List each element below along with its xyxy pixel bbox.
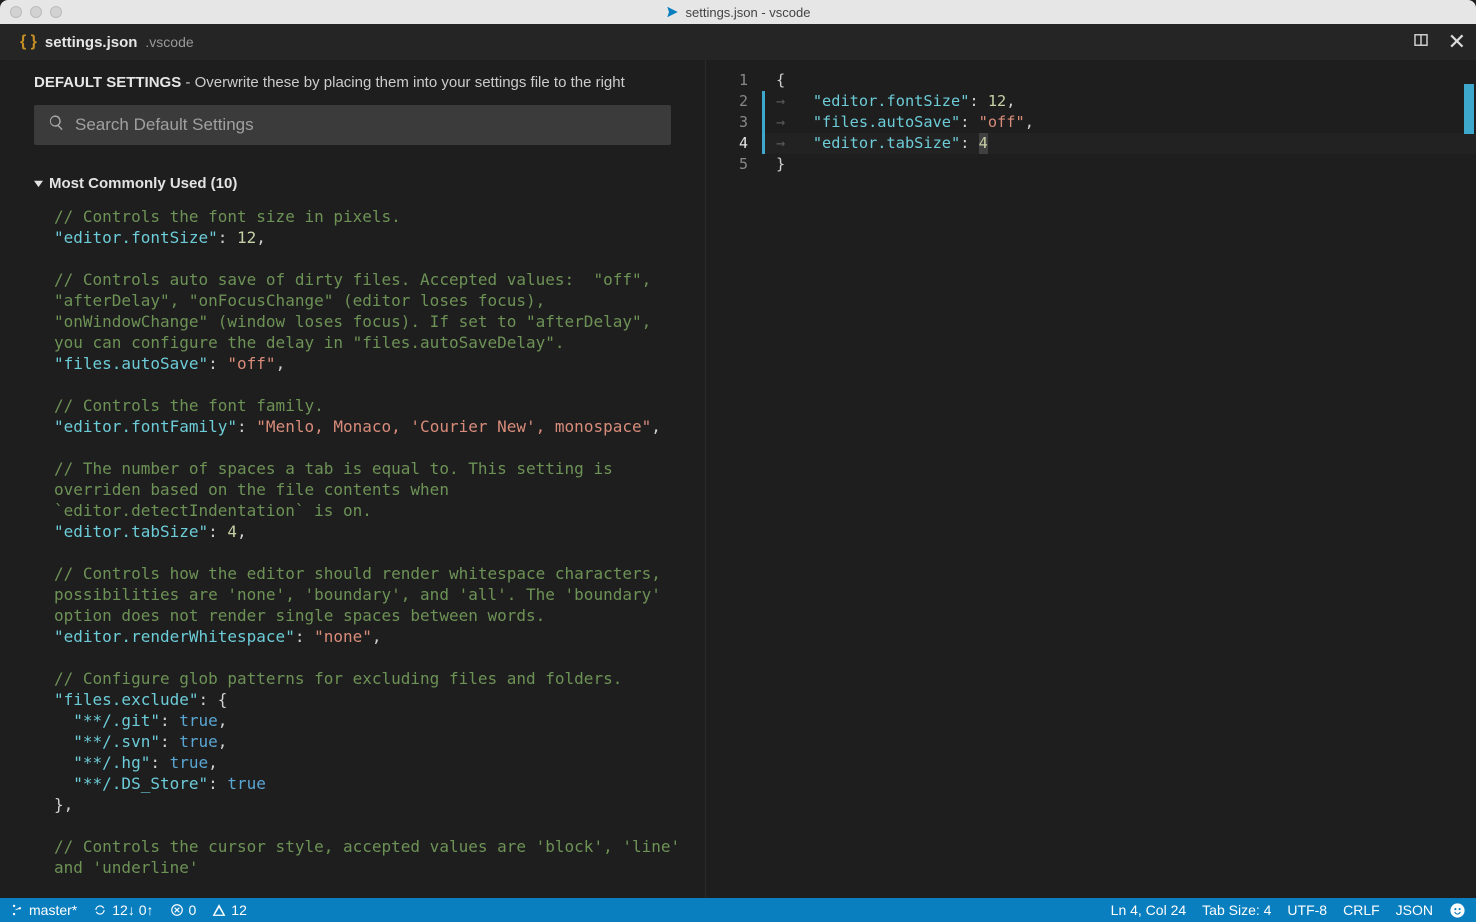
default-settings-line — [54, 542, 687, 563]
default-settings-line: "files.autoSave": "off", — [54, 353, 687, 374]
default-settings-line: // The number of spaces a tab is equal t… — [54, 458, 687, 521]
default-settings-line: "files.exclude": { — [54, 689, 687, 710]
default-settings-line — [54, 374, 687, 395]
line-number: 2 — [706, 91, 748, 112]
default-settings-line: "editor.fontFamily": "Menlo, Monaco, 'Co… — [54, 416, 687, 437]
line-number: 4 — [706, 133, 748, 154]
default-settings-line: "editor.fontSize": 12, — [54, 227, 687, 248]
user-settings-editor[interactable]: 12345 {→ "editor.fontSize": 12,→ "files.… — [706, 60, 1476, 898]
status-tab-size[interactable]: Tab Size: 4 — [1202, 902, 1271, 918]
default-settings-line: "**/.git": true, — [54, 710, 687, 731]
default-settings-line: // Configure glob patterns for excluding… — [54, 668, 687, 689]
status-sync[interactable]: 12↓ 0↑ — [93, 902, 153, 918]
default-settings-line: // Controls the font family. — [54, 395, 687, 416]
editor-line: } — [776, 154, 1476, 175]
overview-ruler[interactable] — [1462, 60, 1476, 898]
traffic-minimize[interactable] — [30, 6, 42, 18]
status-git-branch[interactable]: master* — [10, 902, 77, 918]
default-settings-panel: DEFAULT SETTINGS - Overwrite these by pl… — [0, 60, 706, 898]
status-feedback-icon[interactable] — [1449, 902, 1466, 919]
default-settings-line: }, — [54, 794, 687, 815]
default-settings-line: // Controls how the editor should render… — [54, 563, 687, 626]
chevron-down-icon — [34, 179, 43, 188]
editor-tab-bar: { } settings.json .vscode ✕ — [0, 24, 1476, 60]
error-icon — [170, 903, 184, 917]
default-settings-heading: DEFAULT SETTINGS - Overwrite these by pl… — [34, 74, 671, 91]
traffic-zoom[interactable] — [50, 6, 62, 18]
line-number-gutter: 12345 — [706, 60, 762, 898]
editor-line: → "files.autoSave": "off", — [776, 112, 1476, 133]
status-warnings[interactable]: 12 — [212, 902, 247, 918]
default-settings-line: "editor.renderWhitespace": "none", — [54, 626, 687, 647]
macos-titlebar: settings.json - vscode — [0, 0, 1476, 24]
default-settings-line: // Controls the font size in pixels. — [54, 206, 687, 227]
json-braces-icon: { } — [20, 33, 37, 51]
default-settings-line: // Controls the cursor style, accepted v… — [54, 836, 687, 878]
default-settings-line — [54, 437, 687, 458]
status-eol[interactable]: CRLF — [1343, 902, 1380, 918]
status-bar: master* 12↓ 0↑ 0 12 Ln 4, Col 24 Tab Siz… — [0, 898, 1476, 922]
tab-directory: .vscode — [145, 34, 193, 50]
status-cursor-position[interactable]: Ln 4, Col 24 — [1111, 902, 1187, 918]
smiley-icon — [1449, 902, 1466, 919]
git-branch-icon — [10, 903, 24, 917]
active-line-highlight — [762, 133, 1476, 154]
status-encoding[interactable]: UTF-8 — [1287, 902, 1327, 918]
section-label: Most Commonly Used (10) — [49, 175, 237, 192]
close-editor-icon[interactable]: ✕ — [1448, 29, 1466, 55]
default-settings-line: "**/.hg": true, — [54, 752, 687, 773]
default-settings-line: "**/.DS_Store": true — [54, 773, 687, 794]
default-settings-line: "**/.svn": true, — [54, 731, 687, 752]
vscode-app-icon — [665, 5, 679, 19]
editor-line: { — [776, 70, 1476, 91]
default-settings-line: // Controls auto save of dirty files. Ac… — [54, 269, 687, 353]
warning-icon — [212, 903, 226, 917]
editor-line: → "editor.fontSize": 12, — [776, 91, 1476, 112]
status-errors[interactable]: 0 — [170, 902, 197, 918]
default-settings-line — [54, 248, 687, 269]
search-icon — [48, 114, 65, 136]
search-input[interactable] — [75, 115, 657, 135]
default-settings-line: "editor.tabSize": 4, — [54, 521, 687, 542]
status-language[interactable]: JSON — [1396, 902, 1433, 918]
window-title: settings.json - vscode — [685, 5, 810, 20]
default-settings-code[interactable]: // Controls the font size in pixels."edi… — [0, 206, 705, 898]
search-settings-box[interactable] — [34, 105, 671, 145]
editor-content[interactable]: {→ "editor.fontSize": 12,→ "files.autoSa… — [762, 60, 1476, 898]
sync-icon — [93, 903, 107, 917]
line-number: 3 — [706, 112, 748, 133]
line-number: 1 — [706, 70, 748, 91]
split-editor-icon[interactable] — [1412, 31, 1430, 54]
line-number: 5 — [706, 154, 748, 175]
default-settings-line — [54, 647, 687, 668]
default-settings-line — [54, 815, 687, 836]
section-most-commonly-used[interactable]: Most Commonly Used (10) — [0, 175, 705, 192]
traffic-close[interactable] — [10, 6, 22, 18]
tab-filename: settings.json — [45, 34, 138, 51]
overview-mark-modified — [1464, 84, 1474, 134]
tab-settings-json[interactable]: { } settings.json .vscode — [10, 33, 204, 51]
